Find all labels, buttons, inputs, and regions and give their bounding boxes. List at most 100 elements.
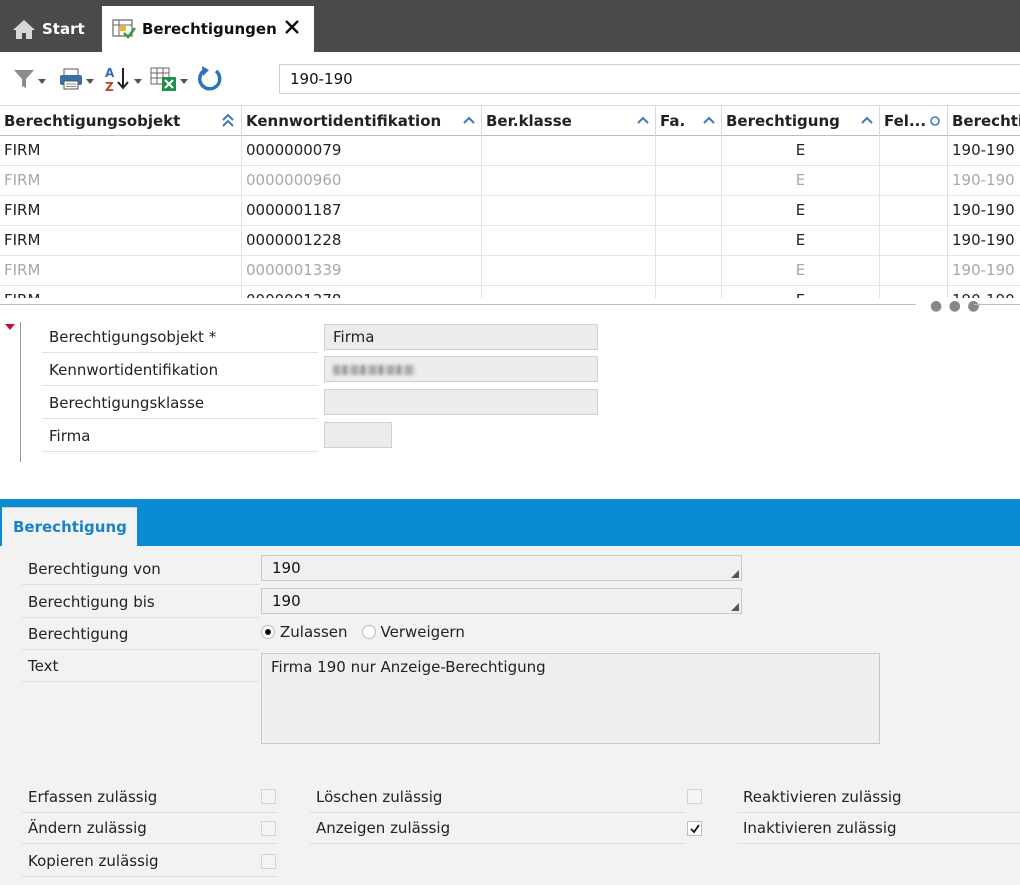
column-header-label: Berechtigungsobjekt: [4, 112, 181, 130]
von-field[interactable]: 190: [261, 555, 742, 581]
collapse-marker-icon[interactable]: [5, 324, 15, 330]
table-cell-fel: [880, 136, 948, 166]
permissions-table-icon: [112, 18, 136, 40]
table-row[interactable]: FIRM 0000001339 E 190-190: [0, 256, 1020, 286]
chevron-down-icon: [134, 78, 142, 84]
anzeigen-checkbox[interactable]: [687, 821, 702, 836]
column-header-ber-klasse[interactable]: Ber.klasse: [482, 106, 656, 136]
kid-field[interactable]: [324, 356, 598, 382]
kopieren-checkbox[interactable]: [261, 854, 276, 869]
aendern-checkbox[interactable]: [261, 821, 276, 836]
column-header-kennwortidentifikation[interactable]: Kennwortidentifikation: [242, 106, 482, 136]
svg-text:Z: Z: [105, 80, 114, 93]
refresh-button[interactable]: [196, 64, 224, 94]
sort-neutral-icon[interactable]: [929, 106, 941, 136]
table-cell-range: 190-190: [948, 136, 1020, 166]
inaktivieren-label: Inaktivieren zulässig: [737, 814, 1020, 844]
print-button[interactable]: [58, 64, 94, 94]
firma-field[interactable]: [324, 422, 392, 448]
table-cell-fa: [656, 166, 722, 196]
column-header-fa[interactable]: Fa.: [656, 106, 722, 136]
table-cell-fel: [880, 256, 948, 286]
text-label: Text: [22, 652, 259, 682]
table-cell-fa: [656, 226, 722, 256]
table-cell-fa: [656, 136, 722, 166]
text-area[interactable]: Firma 190 nur Anzeige-Berechtigung: [261, 653, 880, 744]
radio-zulassen[interactable]: Zulassen: [261, 623, 348, 641]
sort-up-icon[interactable]: [637, 106, 649, 136]
table-cell-range: 190-190: [948, 226, 1020, 256]
sort-double-up-icon[interactable]: [221, 106, 235, 136]
table-cell-ber: E: [722, 136, 880, 166]
table-cell-kid: 0000001228: [242, 226, 482, 256]
sort-button[interactable]: A Z: [104, 64, 142, 94]
splitter-line: [0, 304, 916, 305]
table-cell-obj: FIRM: [0, 136, 242, 166]
erfassen-label: Erfassen zulässig: [22, 783, 277, 813]
von-label: Berechtigung von: [22, 555, 259, 585]
erfassen-checkbox[interactable]: [261, 789, 276, 804]
search-input[interactable]: 190-190: [279, 64, 1020, 94]
radio-verweigern-label: Verweigern: [380, 623, 465, 641]
table-row[interactable]: FIRM 0000000960 E 190-190: [0, 166, 1020, 196]
table-cell-kid: 0000001187: [242, 196, 482, 226]
svg-text:A: A: [105, 66, 115, 80]
reaktivieren-label: Reaktivieren zulässig: [737, 783, 1020, 813]
resize-grip-icon: [731, 603, 739, 611]
table-cell-cls: [482, 166, 656, 196]
grid-header: Berechtigungsobjekt Kennwortidentifikati…: [0, 106, 1020, 136]
sort-up-icon[interactable]: [861, 106, 873, 136]
table-row[interactable]: FIRM0000001378 E 190-190: [0, 286, 1020, 298]
table-cell-cls: [482, 136, 656, 166]
radio-selected-icon: [261, 625, 275, 639]
table-cell-range: 190-190: [948, 286, 1020, 298]
table-cell-cls: [482, 196, 656, 226]
home-icon: [13, 20, 35, 39]
column-header-berechtigungsobjekt[interactable]: Berechtigungsobjekt: [0, 106, 242, 136]
radio-verweigern[interactable]: Verweigern: [361, 623, 465, 641]
tab-berechtigung[interactable]: Berechtigung: [2, 507, 137, 546]
radio-zulassen-label: Zulassen: [280, 623, 348, 641]
table-row[interactable]: FIRM 0000000079 E 190-190: [0, 136, 1020, 166]
sort-up-icon[interactable]: [463, 106, 475, 136]
obj-field[interactable]: Firma: [324, 324, 598, 350]
column-header-label: Kennwortidentifikation: [246, 112, 442, 130]
table-cell-kid: 0000001378: [242, 286, 482, 298]
table-row[interactable]: FIRM 0000001187 E 190-190: [0, 196, 1020, 226]
detail-panel: Berechtigungsobjekt * Firma Kennwortiden…: [0, 312, 1020, 499]
close-icon[interactable]: [282, 17, 302, 37]
mode-label: Berechtigung: [22, 620, 259, 650]
table-cell-ber: E: [722, 166, 880, 196]
von-value: 190: [272, 559, 301, 577]
table-cell-fa: [656, 286, 722, 298]
mode-radio-group: Zulassen Verweigern: [261, 621, 479, 643]
column-header-berechtigung[interactable]: Berechtigung: [722, 106, 880, 136]
bis-field[interactable]: 190: [261, 588, 742, 614]
tab-start[interactable]: Start: [0, 6, 100, 52]
excel-export-button[interactable]: [150, 64, 188, 94]
column-header-fel[interactable]: Fel...: [880, 106, 948, 136]
table-cell-kid: 0000000079: [242, 136, 482, 166]
obj-label: Berechtigungsobjekt *: [42, 323, 318, 353]
anzeigen-label: Anzeigen zulässig: [310, 814, 686, 844]
tab-berechtigungen[interactable]: Berechtigungen: [102, 6, 314, 52]
pane-splitter[interactable]: ● ● ●: [0, 298, 1020, 314]
firma-label: Firma: [42, 422, 318, 452]
panel-divider: [20, 322, 21, 462]
cls-field[interactable]: [324, 389, 598, 415]
kopieren-label: Kopieren zulässig: [22, 847, 277, 877]
loeschen-checkbox[interactable]: [687, 789, 702, 804]
filter-icon: [14, 70, 34, 88]
table-cell-kid: 0000000960: [242, 166, 482, 196]
checkmark-icon: [689, 823, 700, 833]
filter-button[interactable]: [12, 64, 46, 94]
tab-start-label: Start: [42, 20, 85, 38]
sort-up-icon[interactable]: [703, 106, 715, 136]
excel-export-icon: [150, 67, 176, 91]
column-header-berechtigung-range[interactable]: Berechti: [948, 106, 1020, 136]
table-row[interactable]: FIRM 0000001228 E 190-190: [0, 226, 1020, 256]
table-cell-obj: FIRM: [0, 226, 242, 256]
column-header-label: Ber.klasse: [486, 112, 572, 130]
column-header-label: Fel...: [884, 112, 927, 130]
radio-unselected-icon: [361, 625, 376, 639]
